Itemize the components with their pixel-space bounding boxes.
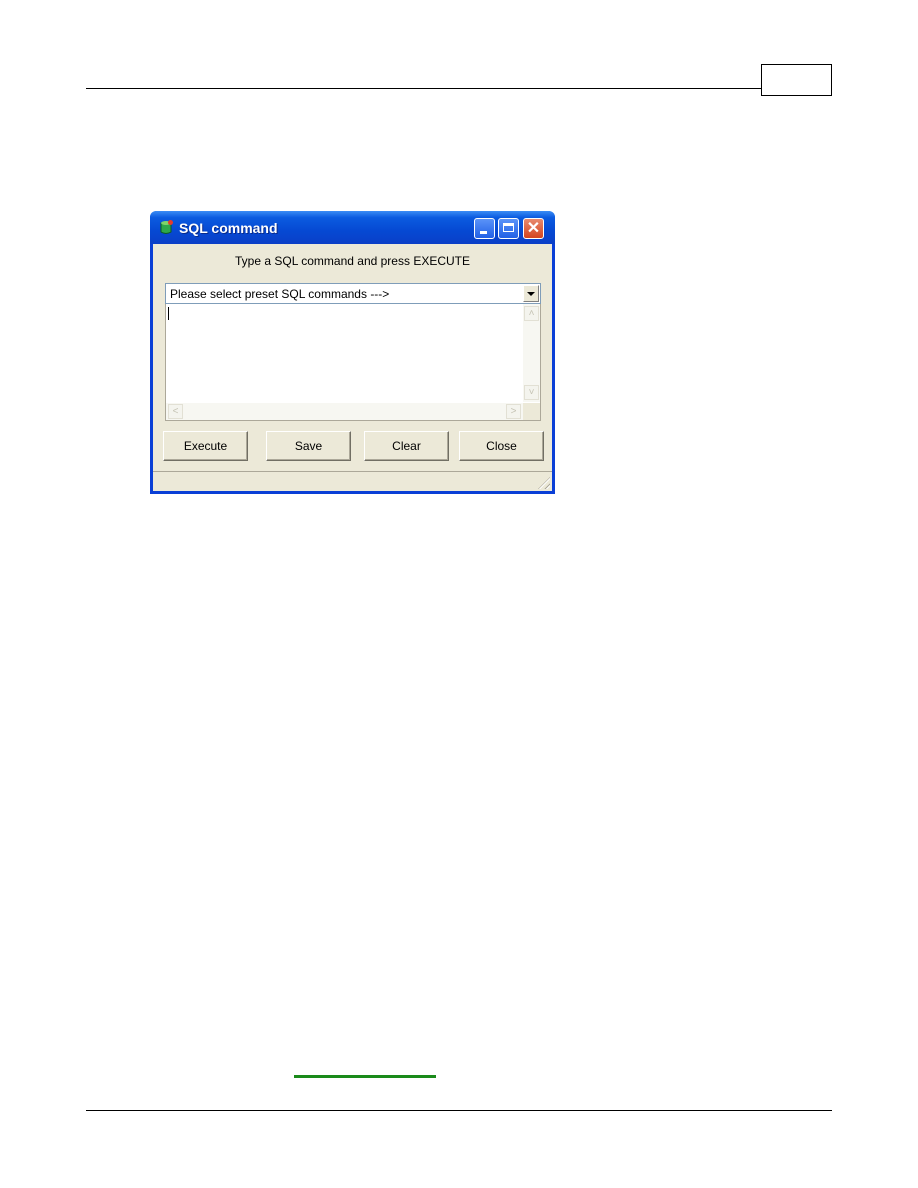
minimize-button[interactable] bbox=[474, 218, 495, 239]
sql-command-window: SQL command ✕ Type a SQL command and pre… bbox=[150, 211, 555, 494]
maximize-button[interactable] bbox=[498, 218, 519, 239]
scroll-right-icon[interactable]: > bbox=[506, 404, 521, 419]
sql-command-textarea[interactable]: ˄ ˅ < > bbox=[165, 304, 541, 421]
footer-rule bbox=[86, 1110, 832, 1111]
header-rule bbox=[86, 88, 762, 89]
instruction-label: Type a SQL command and press EXECUTE bbox=[235, 254, 470, 268]
horizontal-scrollbar[interactable]: < > bbox=[166, 403, 523, 420]
scroll-up-icon[interactable]: ˄ bbox=[524, 306, 539, 321]
preset-sql-selected: Please select preset SQL commands ---> bbox=[170, 287, 390, 301]
title-bar[interactable]: SQL command ✕ bbox=[150, 211, 555, 244]
scroll-left-icon[interactable]: < bbox=[168, 404, 183, 419]
close-button[interactable]: Close bbox=[459, 431, 544, 461]
scrollbar-corner bbox=[523, 403, 540, 420]
database-app-icon bbox=[160, 220, 173, 234]
dialog-body: Type a SQL command and press EXECUTE Ple… bbox=[153, 244, 552, 491]
close-icon: ✕ bbox=[526, 220, 541, 237]
chevron-down-icon[interactable] bbox=[523, 285, 539, 302]
window-title: SQL command bbox=[179, 220, 278, 236]
close-window-button[interactable]: ✕ bbox=[523, 218, 544, 239]
footer-link[interactable] bbox=[294, 1075, 436, 1078]
preset-sql-dropdown[interactable]: Please select preset SQL commands ---> bbox=[165, 283, 541, 304]
clear-button[interactable]: Clear bbox=[364, 431, 449, 461]
resize-grip-icon[interactable] bbox=[538, 477, 550, 489]
execute-button[interactable]: Execute bbox=[163, 431, 248, 461]
page-number-box bbox=[761, 64, 832, 96]
status-bar bbox=[153, 471, 552, 491]
vertical-scrollbar[interactable]: ˄ ˅ bbox=[523, 304, 540, 402]
save-button[interactable]: Save bbox=[266, 431, 351, 461]
scroll-down-icon[interactable]: ˅ bbox=[524, 385, 539, 400]
text-caret bbox=[168, 307, 169, 320]
